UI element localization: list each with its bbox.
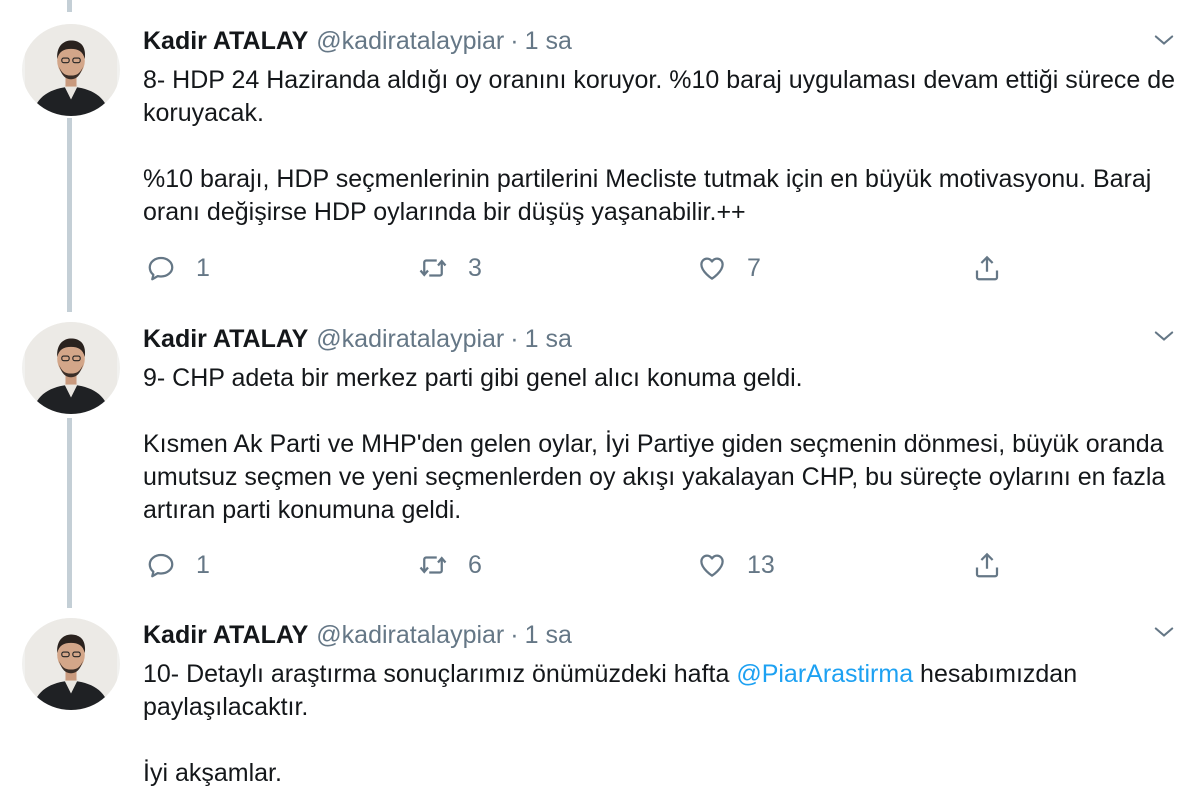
reply-icon [146,253,176,283]
retweet-button[interactable]: 6 [418,545,482,585]
author-name[interactable]: Kadir ATALAY [143,325,308,353]
tweet-paragraph: İyi akşamlar. [143,759,282,787]
more-options-button[interactable] [1150,26,1178,54]
reply-count: 1 [196,550,210,579]
author-name[interactable]: Kadir ATALAY [143,27,308,55]
tweet-thread: Kadir ATALAY @kadiratalaypiar · 1 sa 8- HDP… [0,0,1200,800]
tweet-time[interactable]: 1 sa [525,27,572,55]
reply-icon [146,550,176,580]
tweet-paragraph: 10- Detaylı araştırma sonuçlarımız önümü… [143,658,1188,724]
like-count: 13 [747,550,775,579]
tweet-actions: 1 3 7 [0,248,1200,288]
tweet-paragraph: 8- HDP 24 Haziranda aldığı oy oranını ko… [143,66,1176,127]
mention-link[interactable]: @PiarArastirma [736,660,913,688]
share-button[interactable] [972,545,1002,585]
tweet-time[interactable]: 1 sa [525,621,572,649]
chevron-down-icon [1150,618,1178,646]
like-icon [697,550,727,580]
tweet[interactable]: Kadir ATALAY @kadiratalaypiar · 1 sa 9- CHP… [0,310,1200,610]
tweet-actions: 1 6 13 [0,545,1200,585]
author-handle[interactable]: @kadiratalaypiar [316,27,504,55]
more-options-button[interactable] [1150,618,1178,646]
tweet-time[interactable]: 1 sa [525,325,572,353]
like-button[interactable]: 7 [697,248,761,288]
share-icon [972,253,1002,283]
like-icon [697,253,727,283]
like-button[interactable]: 13 [697,545,775,585]
author-handle[interactable]: @kadiratalaypiar [316,621,504,649]
tweet-header: Kadir ATALAY @kadiratalaypiar · 1 sa [143,324,572,354]
tweet[interactable]: Kadir ATALAY @kadiratalaypiar · 1 sa 10- De… [0,610,1200,800]
tweet-text: 8- HDP 24 Haziranda aldığı oy oranını ko… [143,64,1188,229]
author-handle[interactable]: @kadiratalaypiar [316,325,504,353]
retweet-button[interactable]: 3 [418,248,482,288]
more-options-button[interactable] [1150,322,1178,350]
tweet-text-segment: 10- Detaylı araştırma sonuçlarımız önümü… [143,660,737,688]
separator-dot: · [510,621,519,649]
tweet-text: 9- CHP adeta bir merkez parti gibi genel… [143,362,1188,527]
author-name[interactable]: Kadir ATALAY [143,621,308,649]
chevron-down-icon [1150,26,1178,54]
tweet-text: 10- Detaylı araştırma sonuçlarımız önümü… [143,658,1188,790]
share-button[interactable] [972,248,1002,288]
reply-button[interactable]: 1 [146,248,210,288]
chevron-down-icon [1150,322,1178,350]
retweet-count: 6 [468,550,482,579]
retweet-count: 3 [468,253,482,282]
tweet-paragraph: %10 barajı, HDP seçmenlerinin partilerin… [143,165,1152,226]
tweet-header: Kadir ATALAY @kadiratalaypiar · 1 sa [143,26,572,56]
avatar[interactable] [22,24,120,116]
tweet-paragraph: Kısmen Ak Parti ve MHP'den gelen oylar, … [143,430,1166,524]
share-icon [972,550,1002,580]
reply-button[interactable]: 1 [146,545,210,585]
reply-count: 1 [196,253,210,282]
tweet[interactable]: Kadir ATALAY @kadiratalaypiar · 1 sa 8- HDP… [0,0,1200,310]
retweet-icon [418,253,448,283]
separator-dot: · [510,27,519,55]
separator-dot: · [510,325,519,353]
tweet-paragraph: 9- CHP adeta bir merkez parti gibi genel… [143,364,803,392]
avatar[interactable] [22,322,120,414]
avatar[interactable] [22,618,120,710]
like-count: 7 [747,253,761,282]
retweet-icon [418,550,448,580]
tweet-header: Kadir ATALAY @kadiratalaypiar · 1 sa [143,620,572,650]
